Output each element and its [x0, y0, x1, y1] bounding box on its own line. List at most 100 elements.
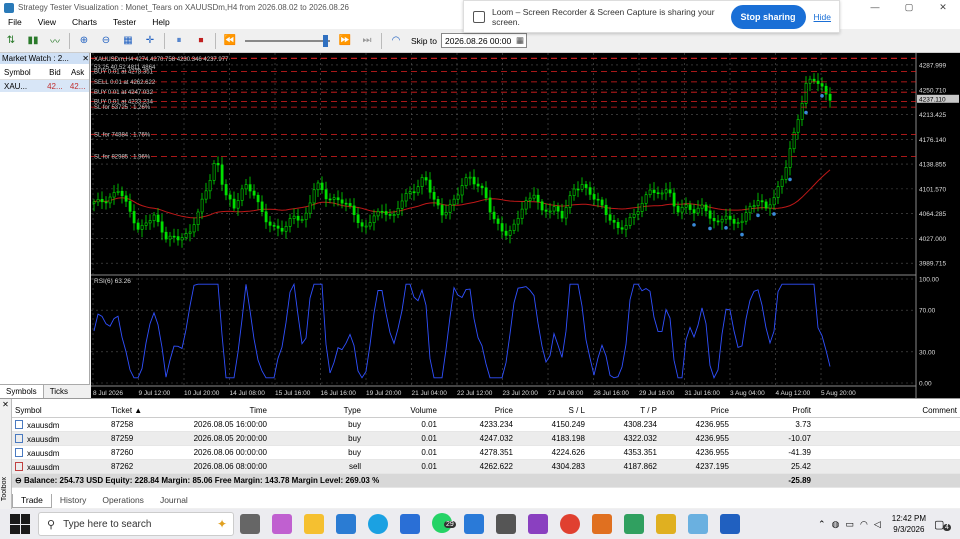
chevron-up-icon[interactable]: ⌃ [818, 519, 826, 530]
outlook-icon[interactable] [336, 514, 356, 534]
tab-journal[interactable]: Journal [152, 494, 196, 508]
col-type[interactable]: Type [270, 406, 364, 415]
app-icon[interactable] [688, 514, 708, 534]
table-row[interactable]: xauusdm 87260 2026.08.06 00:00:00 buy 0.01 42… [12, 446, 960, 460]
symbol-text: xauusdm [27, 434, 60, 444]
wifi-icon[interactable]: ◠ [860, 519, 868, 530]
candle-body [820, 83, 824, 87]
network-icon[interactable]: ▭ [845, 519, 854, 530]
store-icon[interactable] [400, 514, 420, 534]
chrome-icon[interactable] [560, 514, 580, 534]
calendar-icon[interactable]: ▦ [514, 35, 526, 46]
col-time[interactable]: Time [174, 406, 270, 415]
step-forward-icon[interactable]: ⏩ [337, 33, 353, 49]
task-view-icon[interactable] [240, 514, 260, 534]
candle-body [336, 197, 340, 201]
maximize-button[interactable]: ▢ [892, 0, 926, 15]
col-sl[interactable]: S / L [516, 406, 588, 415]
time-tick-label: 15 Jul 16:00 [275, 390, 311, 397]
chart-shift-icon[interactable]: ⇅ [3, 33, 19, 49]
stop-icon[interactable]: ⏹ [193, 33, 209, 49]
minimize-button[interactable]: — [858, 0, 892, 15]
vscode-icon[interactable] [464, 514, 484, 534]
col-volume[interactable]: Volume [364, 406, 440, 415]
meet-icon[interactable]: ◍ [832, 519, 840, 530]
notes-icon[interactable] [656, 514, 676, 534]
order-label: BUY 0.01 at 4247.032 [94, 90, 154, 96]
cell-price: 4262.622 [479, 462, 513, 471]
candle-body [96, 199, 100, 203]
col-comment[interactable]: Comment [814, 406, 960, 415]
close-icon[interactable]: ✕ [82, 54, 89, 63]
col-tp[interactable]: T / P [588, 406, 660, 415]
col-price[interactable]: Price [440, 406, 516, 415]
xampp-icon[interactable] [592, 514, 612, 534]
close-button[interactable]: ✕ [926, 0, 960, 15]
col-current-price[interactable]: Price [660, 406, 732, 415]
edge-icon[interactable] [368, 514, 388, 534]
order-icon [15, 419, 23, 429]
windows-start-icon[interactable] [10, 514, 30, 534]
menu-view[interactable]: View [30, 17, 64, 27]
menu-help[interactable]: Help [144, 17, 177, 27]
candle-body [264, 211, 268, 223]
tab-operations[interactable]: Operations [94, 494, 152, 508]
table-row[interactable]: xauusdm 87262 2026.08.06 08:00:00 sell 0.01 4… [12, 460, 960, 474]
copilot-icon[interactable] [272, 514, 292, 534]
hide-link[interactable]: Hide [814, 12, 831, 22]
stop-sharing-button[interactable]: Stop sharing [730, 4, 806, 29]
tab-history[interactable]: History [52, 494, 94, 508]
volume-icon[interactable]: ◁ [874, 519, 881, 530]
menu-charts[interactable]: Charts [64, 17, 105, 27]
column-bid[interactable]: Bid [44, 68, 67, 77]
col-symbol[interactable]: Symbol [12, 406, 108, 415]
candle-body [720, 218, 724, 223]
slider-thumb[interactable] [323, 34, 328, 47]
col-ticket[interactable]: Ticket ▲ [108, 406, 174, 415]
balance-summary: ⊖ Balance: 254.73 USD Equity: 228.84 Mar… [12, 476, 732, 485]
line-chart-icon[interactable]: 〰 [47, 33, 63, 49]
candle-body [564, 207, 568, 219]
tab-trade[interactable]: Trade [12, 494, 52, 508]
candle-body [520, 208, 524, 219]
candle-body [484, 187, 488, 199]
table-row[interactable]: xauusdm 87258 2026.08.05 16:00:00 buy 0.01 42… [12, 418, 960, 432]
menu-file[interactable]: File [0, 17, 30, 27]
col-profit[interactable]: Profit [732, 406, 814, 415]
tab-ticks[interactable]: Ticks [44, 385, 74, 398]
skip-to-date-field[interactable]: 2026.08.26 00:00 ▦ [441, 33, 527, 48]
notifications-icon[interactable]: ▢ 4 [934, 518, 954, 531]
file-explorer-icon[interactable] [304, 514, 324, 534]
whatsapp-app[interactable]: 29 [426, 513, 458, 535]
zoom-app-icon[interactable] [720, 514, 740, 534]
pause-icon[interactable]: ⏸ [171, 33, 187, 49]
candle-body [616, 222, 620, 228]
unity-icon[interactable] [496, 514, 516, 534]
bar-chart-icon[interactable]: ▮▮ [25, 33, 41, 49]
market-watch-panel: Market Watch : 2... ✕ Symbol Bid Ask XAU… [0, 53, 90, 398]
close-icon[interactable]: ✕ [0, 399, 11, 411]
notification-badge: 29 [444, 521, 456, 528]
candle-body [384, 211, 388, 215]
menu-tester[interactable]: Tester [105, 17, 144, 27]
taskbar-search[interactable]: ⚲ Type here to search ✦ [38, 512, 234, 536]
speed-icon[interactable]: ⏪ [222, 33, 238, 49]
candle-body [100, 199, 104, 203]
chart-canvas[interactable]: BUY 0.01 at 4278.351SELL 0.01 at 4262.62… [91, 53, 960, 398]
crosshair-icon[interactable]: ✛ [142, 33, 158, 49]
table-row[interactable]: xauusdm 87259 2026.08.05 20:00:00 buy 0.01 42… [12, 432, 960, 446]
grid-icon[interactable]: ▦ [120, 33, 136, 49]
visual-studio-icon[interactable] [528, 514, 548, 534]
price-chart[interactable]: BUY 0.01 at 4278.351 SELL 0.01 at 4262.62… [91, 53, 960, 398]
metatrader-icon[interactable] [624, 514, 644, 534]
minus-icon[interactable]: ⊖ [15, 476, 24, 485]
speed-slider[interactable] [245, 34, 330, 48]
zoom-out-icon[interactable]: ⊖ [98, 33, 114, 49]
skip-end-icon[interactable]: ⏭ [359, 33, 375, 49]
tab-symbols[interactable]: Symbols [0, 385, 44, 398]
column-symbol[interactable]: Symbol [0, 68, 44, 77]
market-watch-row[interactable]: XAU... 42... 42... [0, 80, 89, 92]
clock[interactable]: 12:42 PM 9/3/2026 [892, 513, 926, 535]
zoom-in-icon[interactable]: ⊕ [76, 33, 92, 49]
column-ask[interactable]: Ask [66, 68, 89, 77]
